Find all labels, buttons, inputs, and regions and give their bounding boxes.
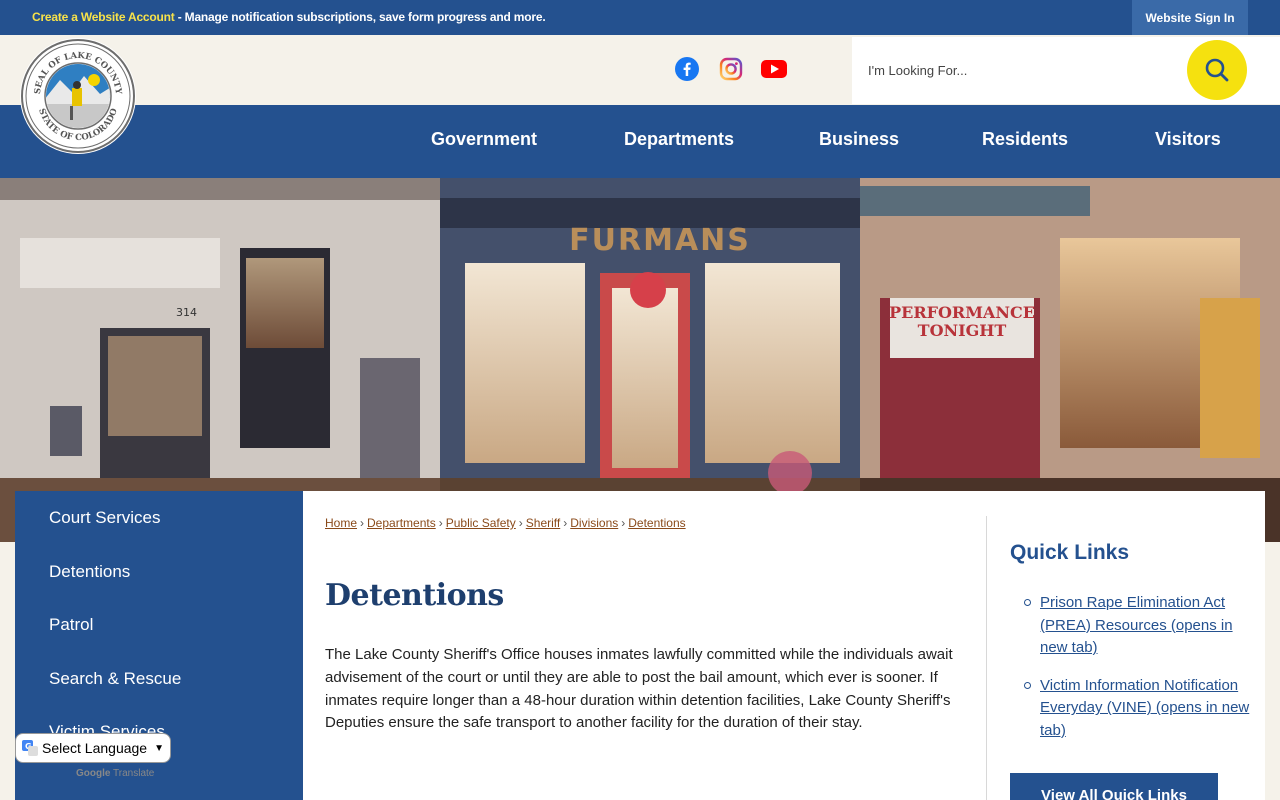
quick-link-vine[interactable]: Victim Information Notification Everyday… <box>1040 677 1249 739</box>
quick-links-title: Quick Links <box>1010 541 1130 564</box>
breadcrumb: Home › Departments › Public Safety › Sheriff › D… <box>325 516 686 530</box>
create-account-link[interactable]: Create a Website Account <box>32 10 175 24</box>
promo-text: - Manage notification subscriptions, sav… <box>174 10 546 24</box>
sidebar-item-detentions[interactable]: Detentions <box>49 562 130 582</box>
hero-address: 314 <box>176 306 197 319</box>
list-item: Prison Rape Elimination Act (PREA) Resou… <box>1022 592 1252 660</box>
select-language-dropdown[interactable]: G Select Language ▼ <box>15 733 171 763</box>
content-divider <box>986 516 987 800</box>
nav-residents[interactable]: Residents <box>982 129 1068 150</box>
search-button[interactable] <box>1187 40 1247 100</box>
breadcrumb-divisions[interactable]: Divisions <box>570 516 618 530</box>
translate-wordmark: Translate <box>110 768 155 779</box>
hero-banner-image: 314 FURMANS PERFORMANCE TONIGHT <box>0 178 1280 542</box>
nav-departments[interactable]: Departments <box>624 129 734 150</box>
facebook-icon[interactable] <box>674 56 700 82</box>
county-seal-logo[interactable]: SEAL OF LAKE COUNTY STATE OF COLORADO <box>20 38 136 154</box>
top-bar: Create a Website Account - Manage notifi… <box>0 0 1280 35</box>
breadcrumb-detentions[interactable]: Detentions <box>628 516 685 530</box>
nav-government[interactable]: Government <box>431 129 537 150</box>
website-sign-in-button[interactable]: Website Sign In <box>1132 0 1248 35</box>
sidebar-item-search-rescue[interactable]: Search & Rescue <box>49 669 181 689</box>
breadcrumb-home[interactable]: Home <box>325 516 357 530</box>
sidebar-item-court-services[interactable]: Court Services <box>49 508 160 528</box>
select-language-label: Select Language <box>42 740 148 756</box>
search-input[interactable] <box>856 52 1176 88</box>
list-item: Victim Information Notification Everyday… <box>1022 675 1252 743</box>
main-nav: Government Departments Business Resident… <box>0 105 1280 178</box>
instagram-icon[interactable] <box>718 56 744 82</box>
view-all-quick-links-button[interactable]: View All Quick Links <box>1010 773 1218 800</box>
hero-sign-tonight: TONIGHT <box>918 321 1007 340</box>
nav-visitors[interactable]: Visitors <box>1155 129 1221 150</box>
hero-sign-furmans: FURMANS <box>569 223 751 258</box>
nav-business[interactable]: Business <box>819 129 899 150</box>
google-translate-icon: G <box>22 740 38 756</box>
breadcrumb-departments[interactable]: Departments <box>367 516 436 530</box>
breadcrumb-public-safety[interactable]: Public Safety <box>446 516 516 530</box>
page-title: Detentions <box>325 578 504 613</box>
hero-sign-performance: PERFORMANCE <box>889 303 1035 322</box>
account-promo: Create a Website Account - Manage notifi… <box>32 10 546 24</box>
breadcrumb-sheriff[interactable]: Sheriff <box>526 516 560 530</box>
page-body-text: The Lake County Sheriff's Office houses … <box>325 646 953 732</box>
search-icon <box>1205 58 1229 82</box>
powered-by-google: Google Translate <box>76 768 154 779</box>
google-wordmark: Google <box>76 768 111 779</box>
chevron-down-icon: ▼ <box>154 743 164 754</box>
quick-link-prea[interactable]: Prison Rape Elimination Act (PREA) Resou… <box>1040 594 1233 656</box>
quick-links-list: Prison Rape Elimination Act (PREA) Resou… <box>1022 592 1252 758</box>
youtube-icon[interactable] <box>761 56 787 82</box>
sidebar-item-patrol[interactable]: Patrol <box>49 615 93 635</box>
